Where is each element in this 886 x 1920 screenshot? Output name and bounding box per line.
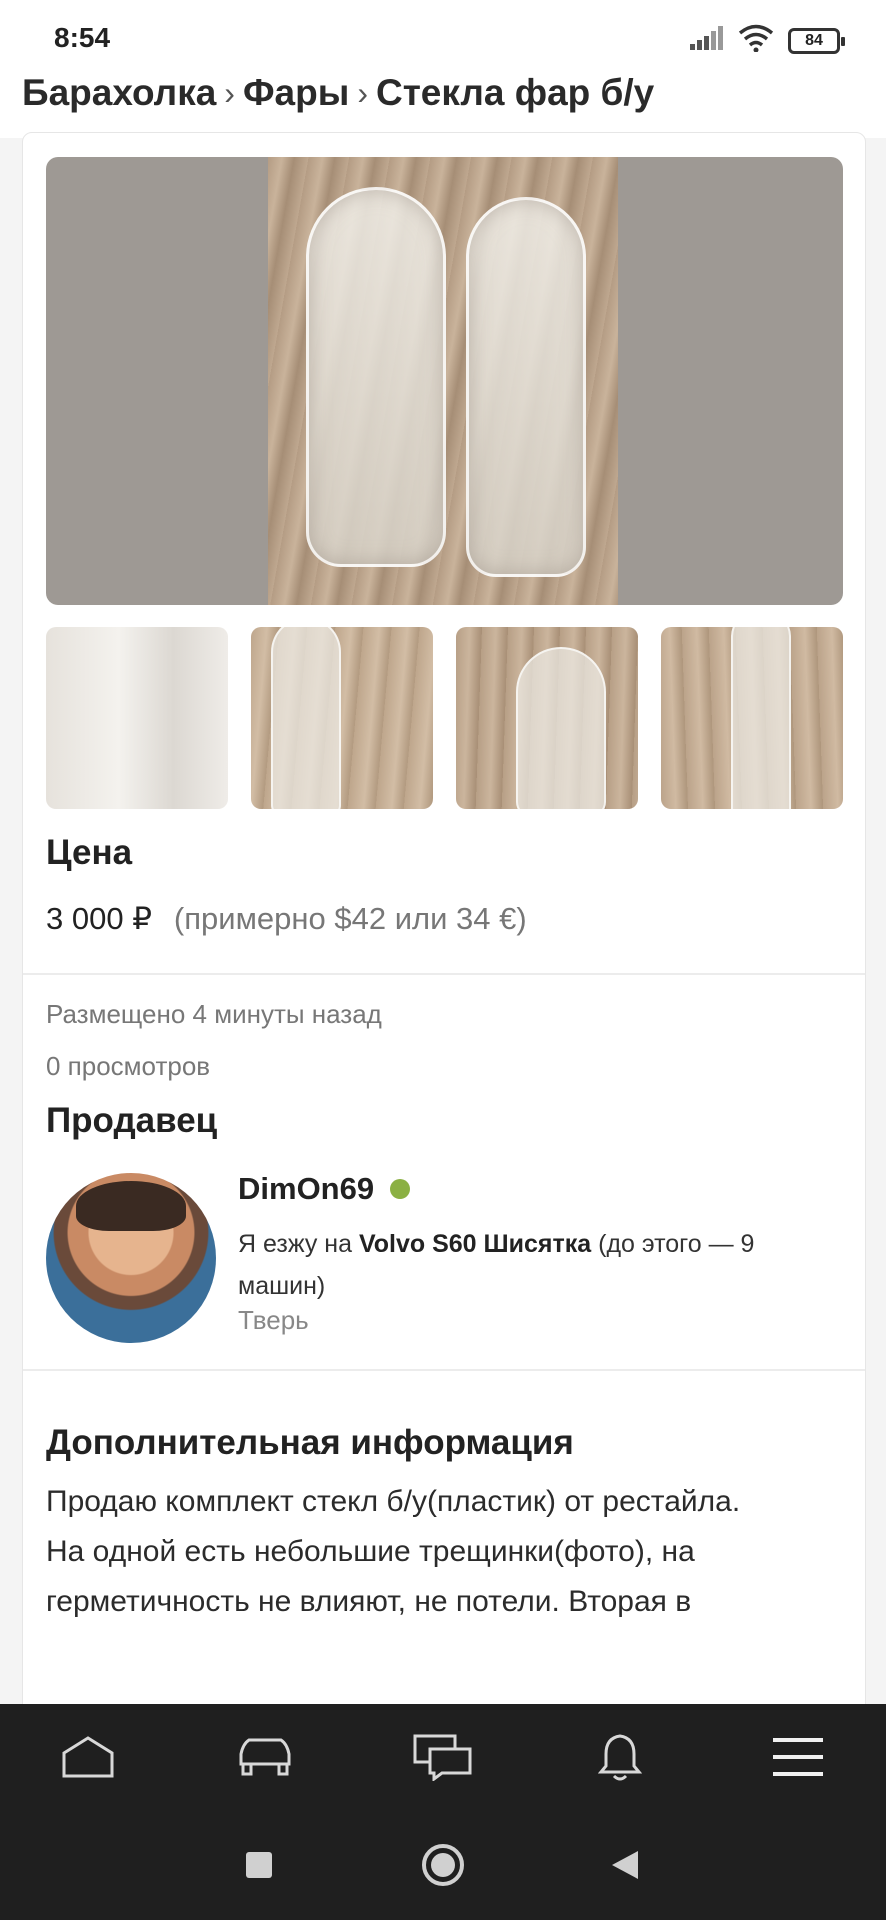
nav-garage[interactable] [215,1704,315,1814]
breadcrumb-item-marketplace[interactable]: Барахолка [22,72,216,113]
wifi-icon [738,24,774,57]
seller-city: Тверь [238,1305,309,1335]
price-line: 3 000 ₽ (примерно $42 или 34 €) [46,901,527,937]
breadcrumb-item-current: Стекла фар б/у [375,72,655,114]
seller-car-prefix: Я езжу на [238,1230,359,1258]
signal-icon [690,26,724,55]
divider [23,973,865,975]
breadcrumb-item-headlights[interactable]: Фары [243,72,349,113]
photo-background [268,157,618,605]
avatar[interactable] [46,1173,216,1343]
info-line-1: Продаю комплект стекл б/у(пластик) от ре… [46,1485,741,1518]
nav-menu[interactable] [748,1704,848,1814]
seller-title: Продавец [46,1101,218,1140]
system-navigation [0,1814,886,1920]
breadcrumb-separator: › [357,74,368,111]
seller-car-link[interactable]: Volvo S60 Шисятка [359,1230,591,1258]
thumbnail-4[interactable] [661,627,843,809]
back-icon [610,1849,640,1886]
status-time: 8:54 [54,22,111,53]
breadcrumb-separator: › [224,74,235,111]
home-icon [61,1735,115,1784]
info-text: Продаю комплект стекл б/у(пластик) от ре… [46,1477,836,1627]
thumbnail-1[interactable] [46,627,228,809]
messages-icon [412,1733,474,1786]
menu-icon [773,1737,823,1781]
divider [23,1369,865,1371]
headlight-lens-right [466,197,586,577]
seller-name-row: DimOn69 [238,1171,411,1207]
home-button[interactable] [398,1814,488,1920]
bell-icon [597,1732,643,1787]
main-photo[interactable] [46,157,843,605]
thumbnail-strip [46,627,843,809]
nav-home[interactable] [38,1704,138,1814]
headlight-lens-left [306,187,446,567]
home-circle-icon [421,1843,465,1892]
seller-name[interactable]: DimOn69 [238,1171,374,1207]
car-icon [235,1734,295,1785]
bottom-navigation [0,1704,886,1814]
posted-time: Размещено 4 минуты назад [46,999,382,1029]
thumbnail-glass [516,647,606,809]
status-bar: 8:54 84 [0,0,886,78]
info-line-2: На одной есть небольшие трещинки(фото), … [46,1535,695,1618]
back-button[interactable] [580,1814,670,1920]
avatar-hair [76,1181,186,1231]
nav-notifications[interactable] [570,1704,670,1814]
recent-apps-button[interactable] [214,1814,304,1920]
seller-car: Я езжу на Volvo S60 Шисятка (до этого — … [238,1223,798,1307]
screen: 8:54 84 Барахолка › Фары › Стекла фар б/… [0,0,886,1920]
price-value: 3 000 ₽ [46,901,152,936]
thumbnail-glass [731,627,791,809]
battery-icon: 84 [788,27,845,54]
thumbnail-glass [271,627,341,809]
info-title: Дополнительная информация [46,1423,574,1462]
price-approx: (примерно $42 или 34 €) [173,901,527,936]
thumbnail-3[interactable] [456,627,638,809]
price-title: Цена [46,833,133,872]
views-count: 0 просмотров [46,1051,211,1081]
nav-messages[interactable] [393,1704,493,1814]
breadcrumb: Барахолка › Фары › Стекла фар б/у [22,70,654,130]
thumbnail-2[interactable] [251,627,433,809]
recent-apps-icon [246,1851,272,1883]
listing-card: Цена 3 000 ₽ (примерно $42 или 34 €) Разм… [22,132,866,1732]
online-status-icon [390,1179,411,1199]
status-icons: 84 [690,24,845,57]
